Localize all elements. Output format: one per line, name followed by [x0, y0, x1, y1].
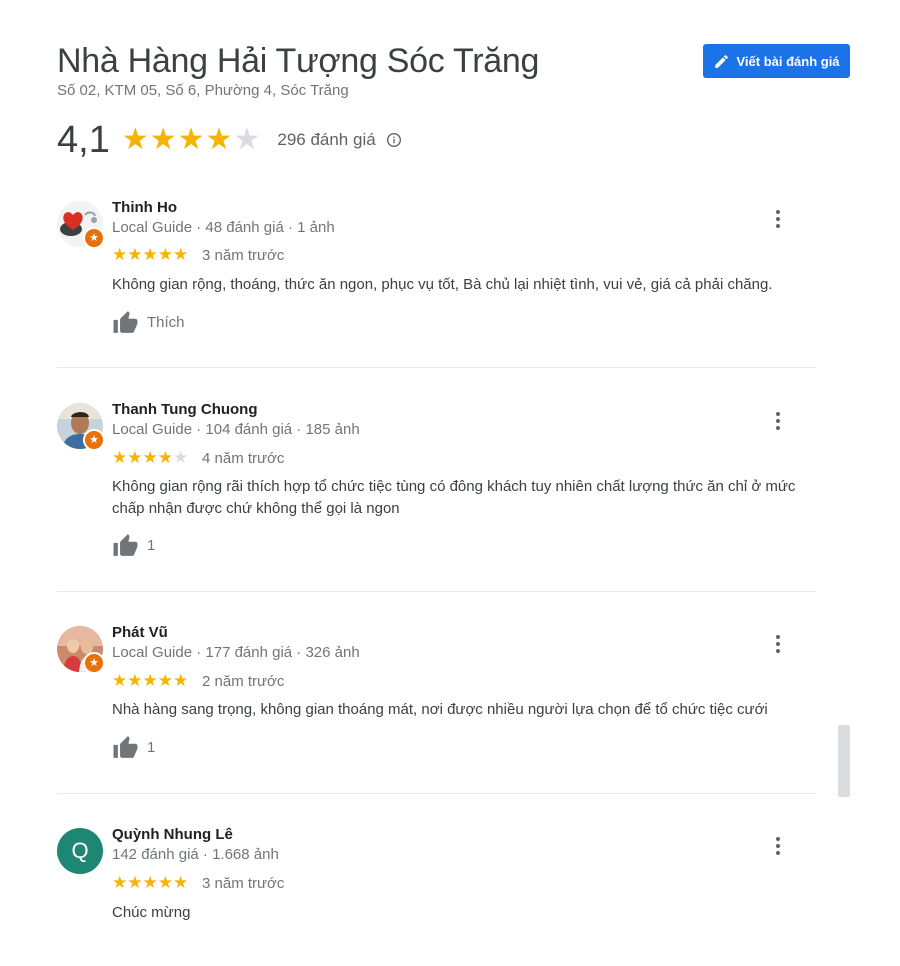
avatar[interactable]: ★	[57, 201, 105, 249]
reviewer-name[interactable]: Thinh Ho	[112, 199, 177, 216]
reviewer-name[interactable]: Quỳnh Nhung Lê	[112, 826, 233, 843]
local-guide-badge: ★	[83, 227, 105, 249]
like-count: 1	[147, 536, 156, 554]
reviewer-name[interactable]: Phát Vũ	[112, 624, 168, 641]
review-text: Không gian rộng rãi thích hợp tổ chức ti…	[112, 478, 796, 517]
reviewer-meta: Local Guide · 104 đánh giá · 185 ảnh	[112, 421, 360, 438]
review-stars: ★★★★★	[112, 245, 189, 264]
divider	[57, 793, 816, 794]
review-text: Nhà hàng sang trọng, không gian thoáng m…	[112, 701, 768, 718]
thumbs-up-icon	[113, 534, 138, 556]
like-button[interactable]: Thích	[112, 310, 185, 334]
rating-summary: 4,1 ★★★★★ 296 đánh giá	[57, 116, 402, 164]
avatar[interactable]: Q	[57, 828, 103, 874]
like-count: 1	[147, 738, 156, 756]
review-date: 3 năm trước	[202, 247, 285, 264]
reviewer-meta: Local Guide · 48 đánh giá · 1 ảnh	[112, 219, 335, 236]
more-options-icon[interactable]	[770, 411, 786, 431]
pencil-icon	[715, 54, 729, 68]
more-options-icon[interactable]	[770, 836, 786, 856]
more-options-icon[interactable]	[770, 209, 786, 229]
avatar[interactable]: ★	[57, 626, 105, 674]
write-review-label: Viết bài đánh giá	[736, 53, 840, 69]
review-date: 2 năm trước	[202, 673, 285, 690]
reviewer-name[interactable]: Thanh Tung Chuong	[112, 401, 258, 418]
avatar[interactable]: ★	[57, 403, 105, 451]
page-title: Nhà Hàng Hải Tượng Sóc Trăng	[57, 42, 540, 80]
like-label: Thích	[147, 313, 185, 331]
local-guide-badge: ★	[83, 429, 105, 451]
review-stars: ★★★★★	[112, 873, 189, 892]
reviewer-meta: Local Guide · 177 đánh giá · 326 ảnh	[112, 644, 360, 661]
rating-value: 4,1	[57, 118, 110, 161]
like-button[interactable]: 1	[112, 735, 155, 759]
scrollbar[interactable]	[838, 725, 850, 797]
write-review-button[interactable]: Viết bài đánh giá	[703, 44, 850, 78]
review-date: 4 năm trước	[202, 450, 285, 467]
review-stars: ★★★★★	[112, 448, 189, 467]
info-icon[interactable]	[386, 132, 402, 148]
thumbs-up-icon	[113, 736, 138, 758]
review-date: 3 năm trước	[202, 875, 285, 892]
avatar-letter: Q	[71, 838, 89, 863]
reviewer-meta: 142 đánh giá · 1.668 ảnh	[112, 846, 279, 863]
divider	[57, 591, 816, 592]
divider	[57, 367, 816, 368]
review-stars: ★★★★★	[112, 671, 189, 690]
review-count[interactable]: 296 đánh giá	[277, 130, 375, 150]
like-button[interactable]: 1	[112, 533, 155, 557]
thumbs-up-icon	[113, 311, 138, 333]
more-options-icon[interactable]	[770, 634, 786, 654]
place-address: Số 02, KTM 05, Số 6, Phường 4, Sóc Trăng	[57, 82, 349, 99]
review-text: Chúc mừng	[112, 904, 191, 921]
review-text: Không gian rộng, thoáng, thức ăn ngon, p…	[112, 276, 773, 293]
rating-stars: ★★★★★	[121, 123, 262, 156]
local-guide-badge: ★	[83, 652, 105, 674]
